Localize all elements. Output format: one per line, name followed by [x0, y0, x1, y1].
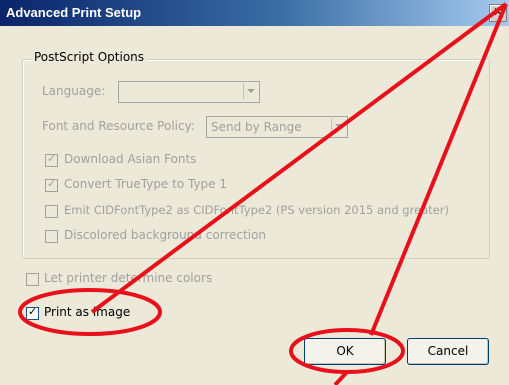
language-label: Language:: [42, 84, 106, 98]
let-printer-colors-checkbox: [26, 273, 39, 286]
convert-truetype-label: Convert TrueType to Type 1: [64, 177, 228, 191]
postscript-options-legend: PostScript Options: [31, 50, 148, 64]
cancel-button[interactable]: Cancel: [407, 338, 489, 365]
download-asian-fonts-label: Download Asian Fonts: [64, 152, 197, 166]
discolored-bg-label: Discolored background correction: [64, 228, 267, 242]
check-icon: ✓: [47, 177, 57, 190]
close-icon[interactable]: ✕: [489, 4, 507, 22]
emit-cidfont-label: Emit CIDFontType2 as CIDFontType2 (PS ve…: [64, 203, 449, 217]
download-asian-fonts-checkbox: ✓: [45, 152, 58, 167]
discolored-bg-checkbox: [45, 230, 58, 243]
ok-button[interactable]: OK: [304, 338, 386, 365]
font-policy-label: Font and Resource Policy:: [42, 119, 195, 133]
print-as-image-checkbox[interactable]: ✓: [26, 305, 39, 320]
window-title: Advanced Print Setup: [6, 5, 142, 20]
chevron-down-icon: [243, 83, 258, 99]
language-select: [118, 81, 260, 103]
convert-truetype-checkbox: ✓: [45, 177, 58, 192]
let-printer-colors-label: Let printer determine colors: [44, 271, 213, 285]
emit-cidfont-checkbox: [45, 205, 58, 218]
chevron-down-icon: [331, 118, 346, 134]
title-bar: Advanced Print Setup ✕: [0, 0, 509, 26]
font-policy-value: Send by Range: [211, 120, 302, 134]
check-icon: ✓: [28, 305, 38, 318]
check-icon: ✓: [47, 152, 57, 165]
advanced-print-setup-dialog: Advanced Print Setup ✕ PostScript Option…: [0, 0, 509, 385]
print-as-image-label[interactable]: Print as image: [44, 305, 130, 319]
font-policy-select: Send by Range: [206, 116, 348, 138]
